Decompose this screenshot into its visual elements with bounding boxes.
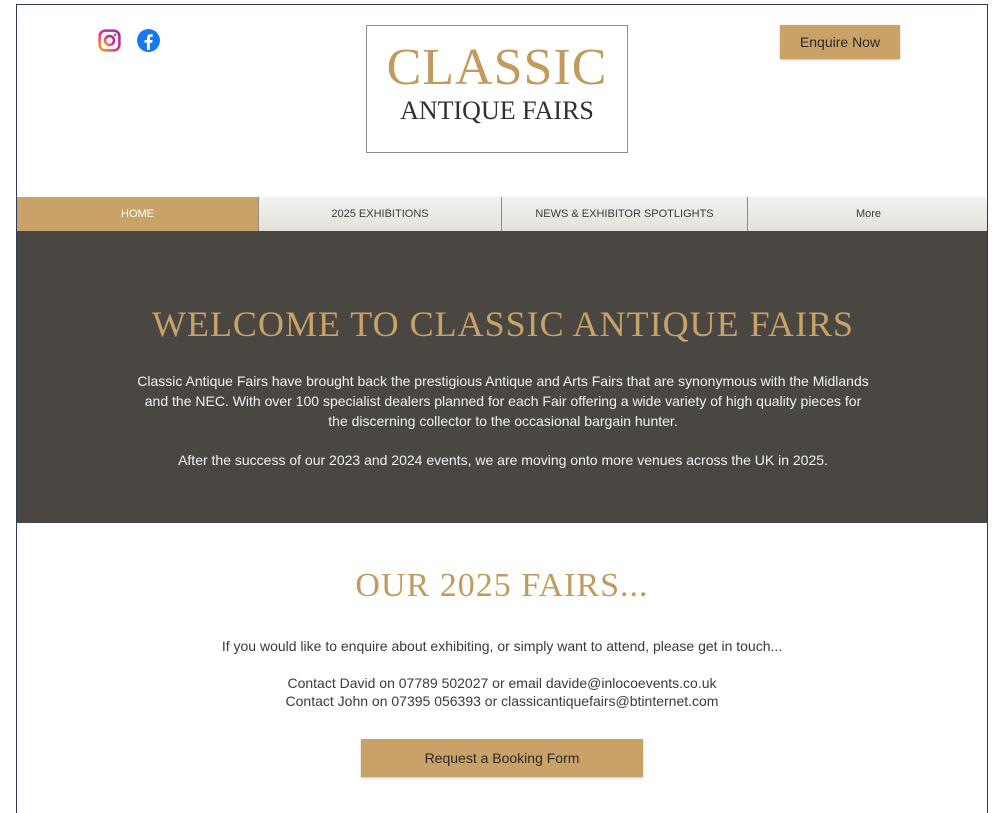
fairs-intro-text: If you would like to enquire about exhib… (221, 638, 783, 654)
site-logo[interactable]: CLASSIC ANTIQUE FAIRS (366, 25, 628, 153)
social-links (97, 28, 161, 53)
nav-item-news-exhibitor-spotlights[interactable]: NEWS & EXHIBITOR SPOTLIGHTS (502, 197, 748, 231)
facebook-icon[interactable] (136, 28, 161, 53)
nav-item-more[interactable]: More (748, 197, 987, 231)
logo-line-antique-fairs: ANTIQUE FAIRS (400, 96, 594, 125)
hero-paragraph-venues: After the success of our 2023 and 2024 e… (178, 452, 828, 468)
hero-title: WELCOME TO CLASSIC ANTIQUE FAIRS (151, 304, 855, 344)
fairs-title: OUR 2025 FAIRS... (355, 567, 649, 604)
enquire-now-button[interactable]: Enquire Now (780, 25, 900, 59)
nav-item-home[interactable]: HOME (17, 197, 259, 231)
nav-item-2025-exhibitions[interactable]: 2025 EXHIBITIONS (259, 197, 502, 231)
page: CLASSIC ANTIQUE FAIRS Enquire Now HOME 2… (16, 4, 988, 813)
main-nav: HOME 2025 EXHIBITIONS NEWS & EXHIBITOR S… (17, 197, 987, 231)
instagram-icon[interactable] (97, 28, 122, 53)
hero-section: WELCOME TO CLASSIC ANTIQUE FAIRS Classic… (17, 231, 987, 523)
contact-john: Contact John on 07395 056393 or classica… (285, 693, 719, 709)
request-booking-form-button[interactable]: Request a Booking Form (361, 739, 643, 777)
contact-david: Contact David on 07789 502027 or email d… (287, 675, 717, 691)
hero-paragraph-intro: Classic Antique Fairs have brought back … (137, 373, 869, 429)
logo-line-classic: CLASSIC (386, 39, 608, 96)
